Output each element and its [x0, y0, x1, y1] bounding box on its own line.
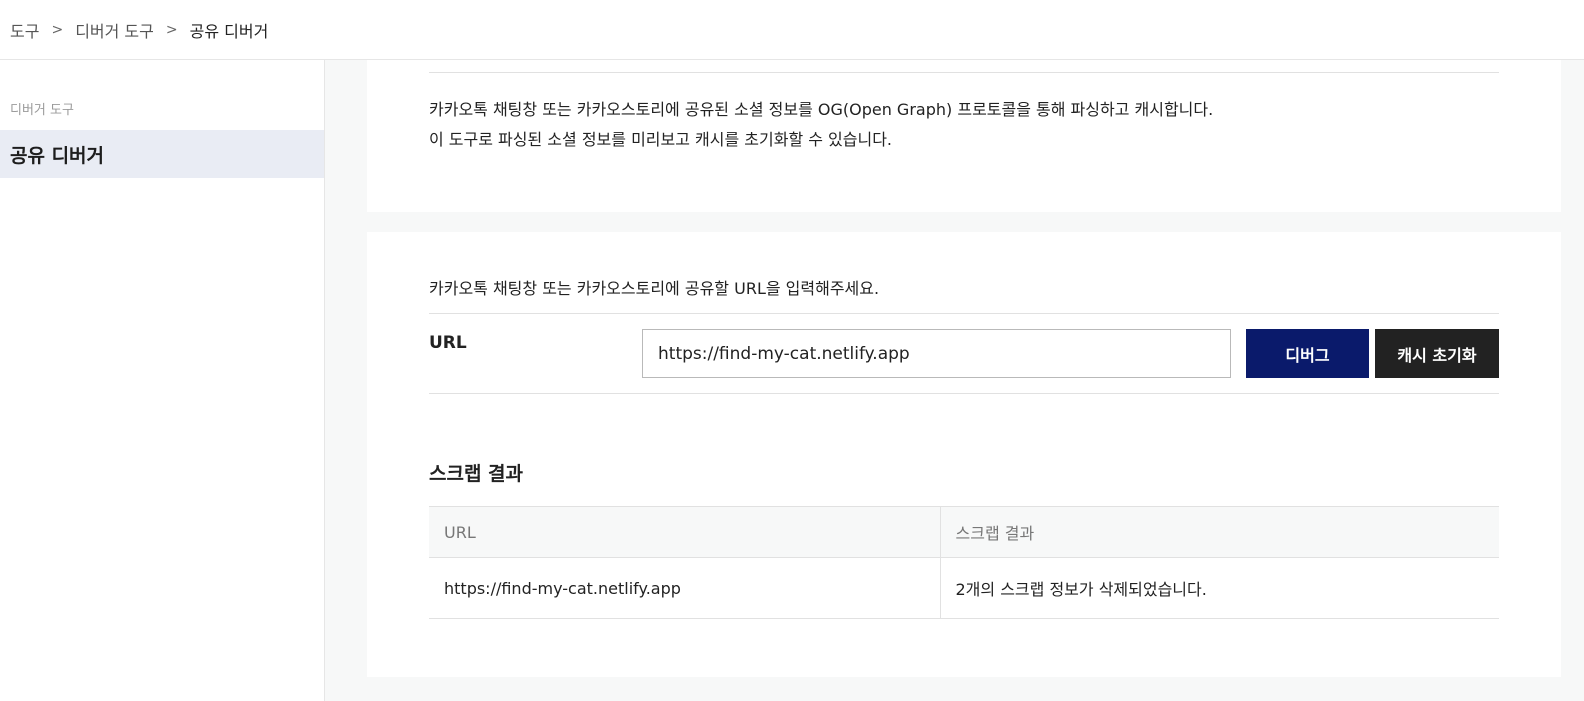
- table-row: https://find-my-cat.netlify.app 2개의 스크랩 …: [429, 557, 1499, 619]
- form-instruction: 카카오톡 채팅창 또는 카카오스토리에 공유할 URL을 입력해주세요.: [429, 279, 880, 298]
- intro-card: 카카오톡 채팅창 또는 카카오스토리에 공유된 소셜 정보를 OG(Open G…: [367, 60, 1561, 212]
- url-label: URL: [429, 333, 467, 353]
- column-header-url: URL: [429, 506, 941, 558]
- cell-result: 2개의 스크랩 정보가 삭제되었습니다.: [940, 557, 1499, 619]
- url-input[interactable]: [642, 329, 1231, 378]
- sidebar: 디버거 도구 공유 디버거: [0, 60, 325, 701]
- debug-button[interactable]: 디버그: [1246, 329, 1369, 378]
- table-header-row: URL 스크랩 결과: [429, 506, 1499, 558]
- breadcrumb-item-share-debugger: 공유 디버거: [189, 21, 269, 41]
- divider: [429, 72, 1499, 73]
- breadcrumb-item-debugger-tools[interactable]: 디버거 도구: [75, 18, 154, 42]
- main-content: 카카오톡 채팅창 또는 카카오스토리에 공유된 소셜 정보를 OG(Open G…: [325, 60, 1584, 701]
- cell-url: https://find-my-cat.netlify.app: [429, 557, 941, 619]
- breadcrumb: 도구 > 디버거 도구 > 공유 디버거: [0, 0, 1584, 60]
- breadcrumb-item-tools[interactable]: 도구: [10, 18, 39, 42]
- breadcrumb-separator: >: [165, 21, 178, 38]
- cache-reset-button[interactable]: 캐시 초기화: [1375, 329, 1499, 378]
- column-header-result: 스크랩 결과: [940, 506, 1499, 558]
- intro-text-line1: 카카오톡 채팅창 또는 카카오스토리에 공유된 소셜 정보를 OG(Open G…: [429, 100, 1214, 119]
- sidebar-section-title: 디버거 도구: [10, 103, 74, 118]
- divider: [429, 393, 1499, 394]
- sidebar-item-share-debugger[interactable]: 공유 디버거: [0, 130, 324, 178]
- debug-form-card: 카카오톡 채팅창 또는 카카오스토리에 공유할 URL을 입력해주세요. URL…: [367, 232, 1561, 677]
- breadcrumb-separator: >: [51, 21, 64, 38]
- scrape-results-table: URL 스크랩 결과 https://find-my-cat.netlify.a…: [429, 506, 1499, 619]
- divider: [429, 313, 1499, 314]
- intro-text-line2: 이 도구로 파싱된 소셜 정보를 미리보고 캐시를 초기화할 수 있습니다.: [429, 130, 893, 149]
- scrape-results-title: 스크랩 결과: [429, 463, 524, 485]
